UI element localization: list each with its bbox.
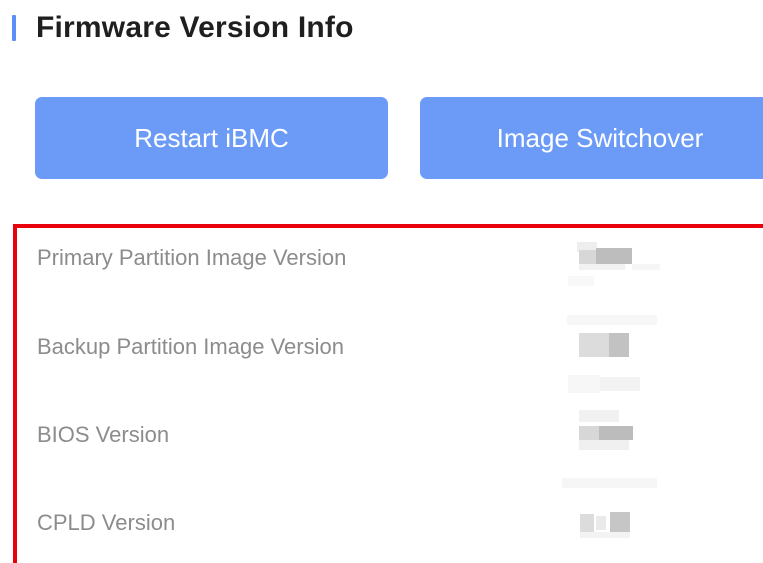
section-header: Firmware Version Info: [12, 8, 354, 48]
cpld-label: CPLD Version: [37, 510, 176, 535]
row-cpld: CPLD Version: [37, 508, 175, 538]
backup-partition-value-redacted: [565, 315, 660, 395]
primary-partition-value-redacted: [565, 240, 660, 288]
restart-ibmc-button[interactable]: Restart iBMC: [35, 97, 388, 179]
row-bios: BIOS Version: [37, 420, 169, 450]
bios-label: BIOS Version: [37, 422, 170, 447]
section-accent-bar: [12, 15, 16, 41]
firmware-page: Firmware Version Info Restart iBMC Image…: [0, 0, 763, 563]
image-switchover-button[interactable]: Image Switchover: [420, 97, 763, 179]
row-backup-partition: Backup Partition Image Version: [37, 332, 344, 362]
bios-value-redacted: [565, 410, 660, 455]
backup-partition-label: Backup Partition Image Version: [37, 334, 344, 359]
cpld-value-redacted: [560, 478, 660, 548]
row-primary-partition: Primary Partition Image Version: [37, 243, 346, 273]
section-title: Firmware Version Info: [36, 11, 354, 44]
primary-partition-label: Primary Partition Image Version: [37, 245, 347, 270]
